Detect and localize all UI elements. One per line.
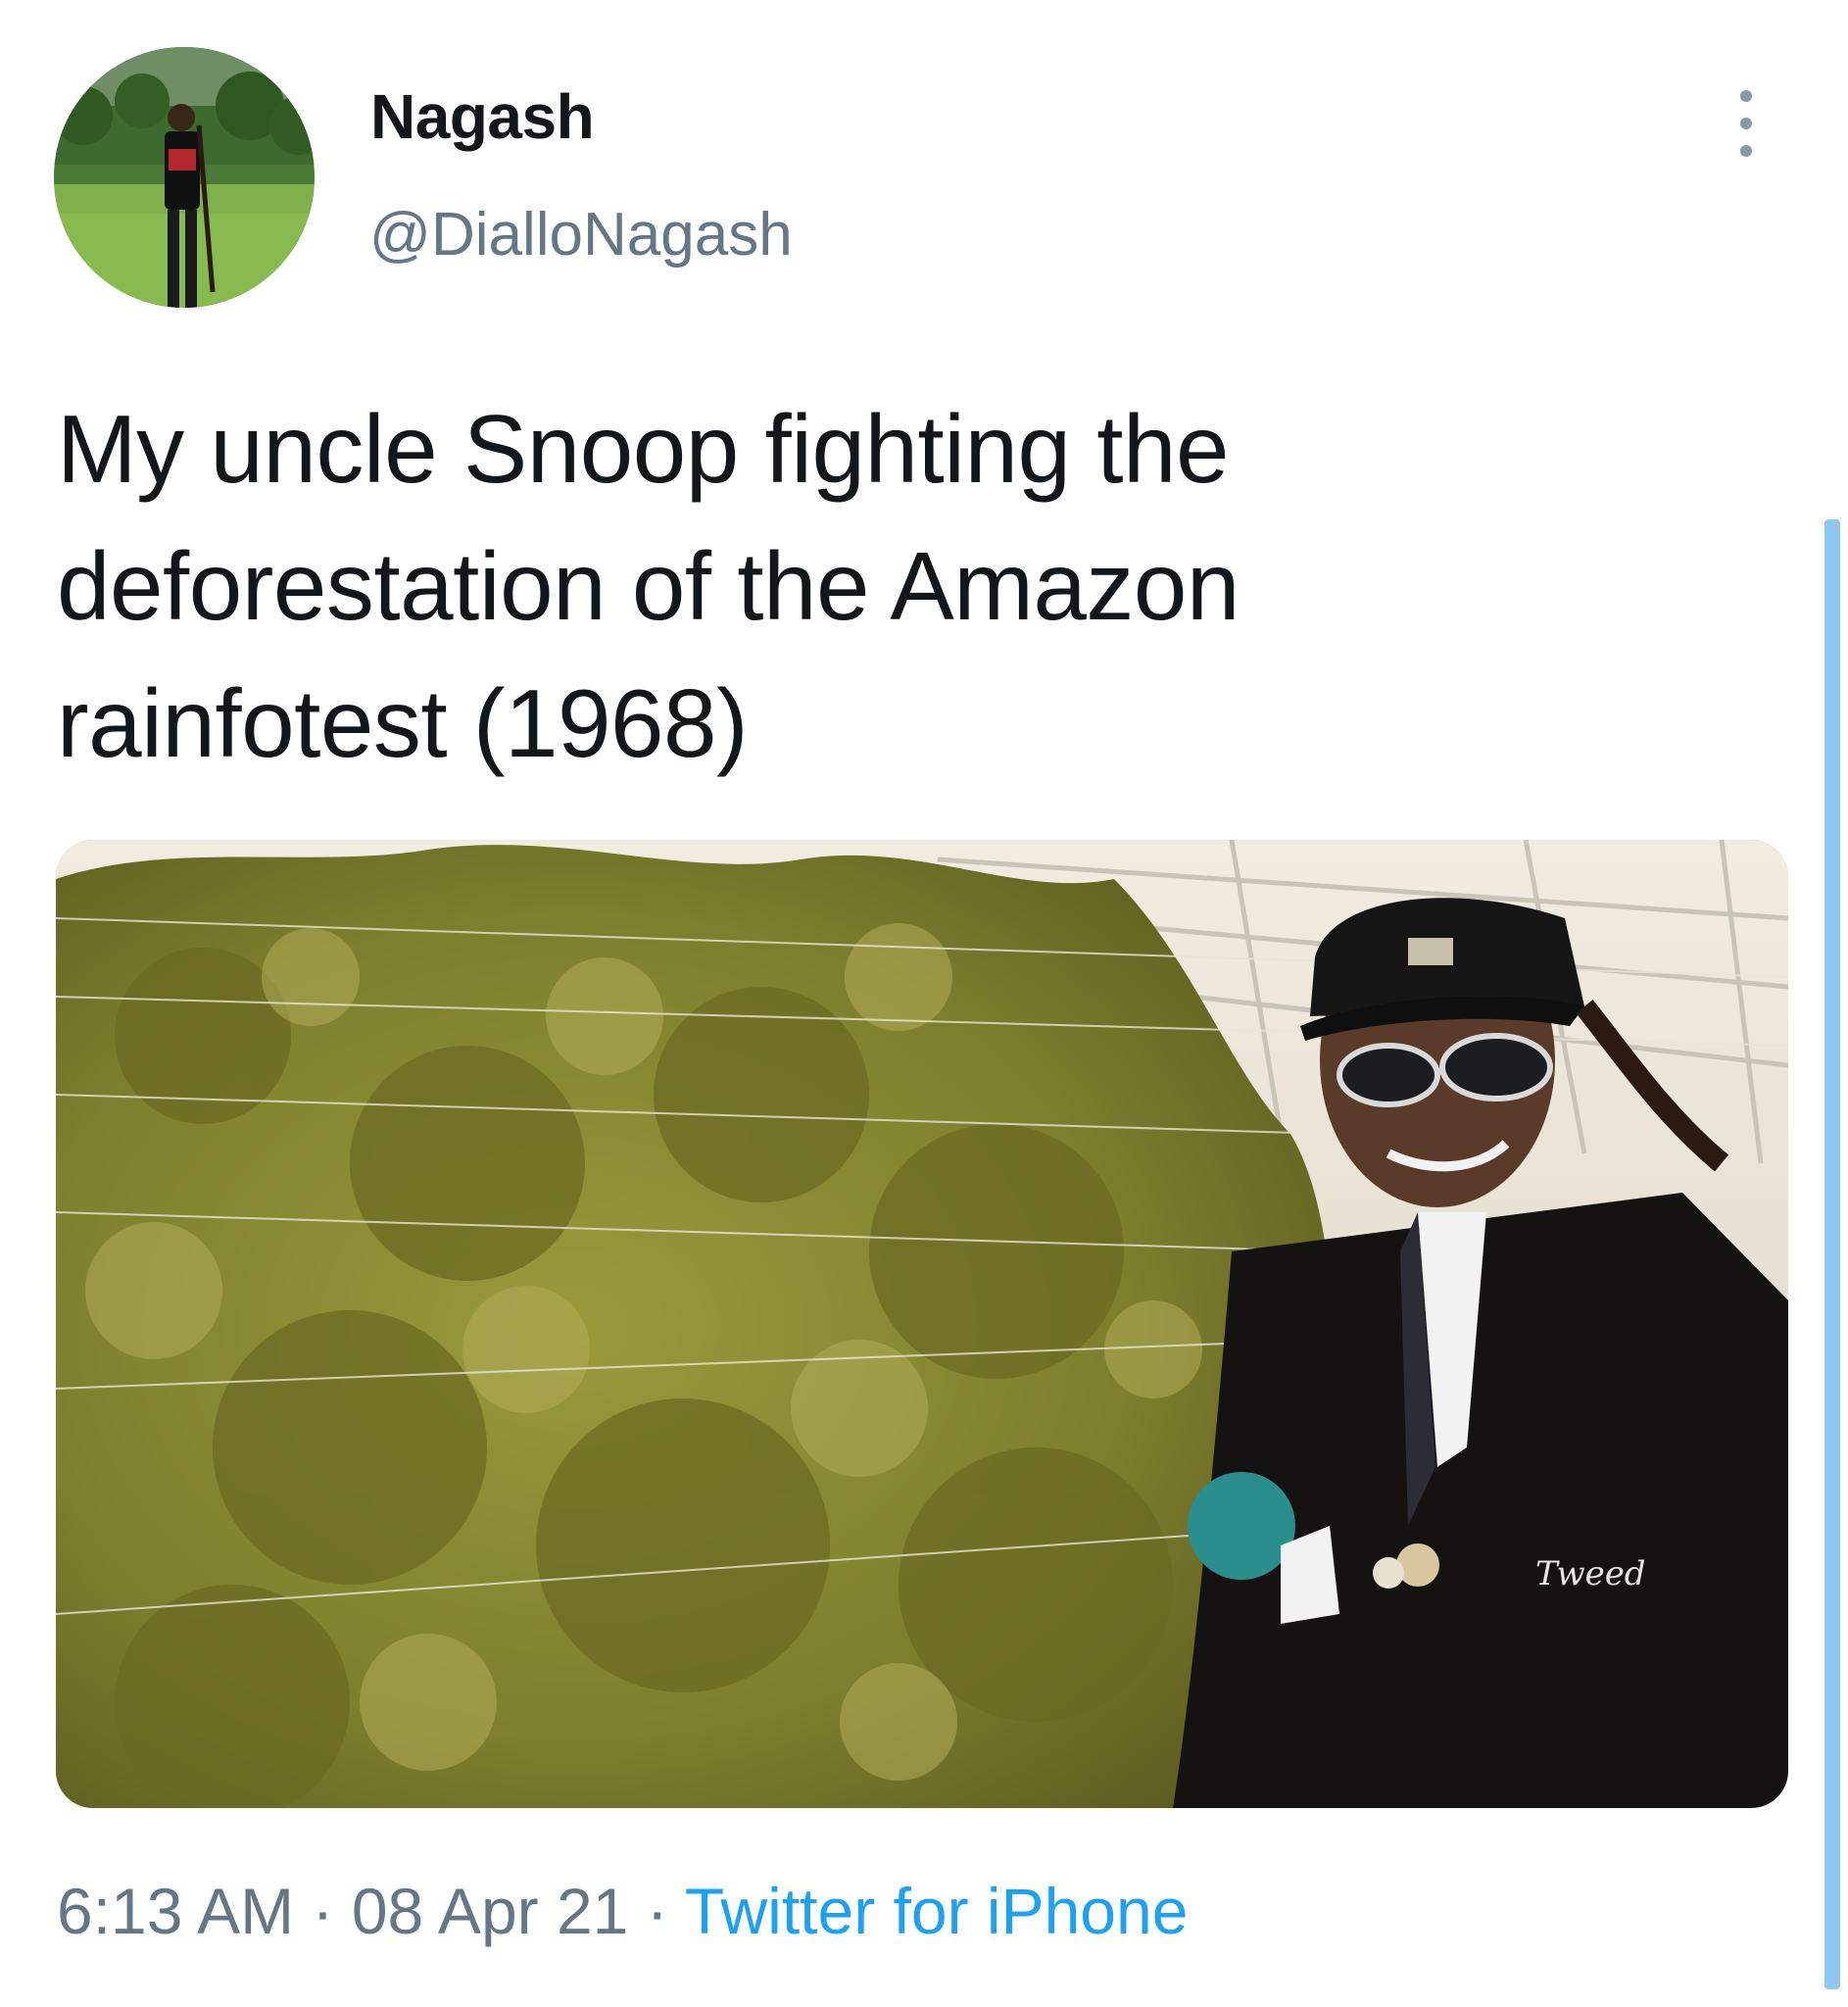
tweet-text-line: rainfotest (1968): [57, 669, 749, 777]
tweet-source-link[interactable]: Twitter for iPhone: [685, 1875, 1189, 1947]
tweet-text: My uncle Snoop fighting the deforestatio…: [57, 380, 1674, 792]
tweet-date[interactable]: 08 Apr 21: [352, 1875, 629, 1947]
media-photo: Tweed: [56, 840, 1788, 1808]
meta-separator: ·: [628, 1875, 685, 1947]
more-vertical-icon[interactable]: [1726, 86, 1766, 161]
tweet-media-image[interactable]: Tweed: [56, 840, 1788, 1808]
scrollbar[interactable]: [1824, 519, 1840, 1989]
tweet-text-line: My uncle Snoop fighting the: [57, 395, 1229, 503]
display-name[interactable]: Nagash: [370, 80, 595, 153]
meta-separator: ·: [294, 1875, 352, 1947]
tweet-meta: 6:13 AM · 08 Apr 21 · Twitter for iPhone: [57, 1874, 1188, 1948]
avatar[interactable]: [54, 47, 315, 308]
avatar-image: [54, 47, 315, 308]
tweet-text-line: deforestation of the Amazon: [57, 532, 1240, 640]
jacket-logo: Tweed: [1535, 1554, 1646, 1593]
tweet-time[interactable]: 6:13 AM: [57, 1875, 294, 1947]
user-handle[interactable]: @DialloNagash: [369, 200, 793, 269]
